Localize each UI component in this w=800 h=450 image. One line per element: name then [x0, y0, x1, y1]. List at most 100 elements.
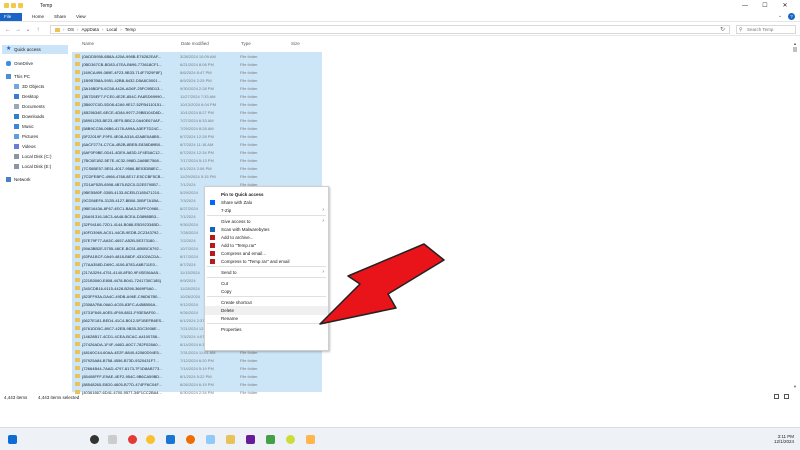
tab-share[interactable]: Share	[50, 13, 70, 21]
table-row[interactable]: {88548265-E8D0-4605-B77D-474FF6C04F... 8/…	[72, 380, 322, 388]
file-type: File folder	[240, 93, 258, 99]
sidebar-item-onedrive[interactable]: OneDrive	[6, 59, 33, 68]
menu-item-label: Share with Zalo	[221, 200, 253, 205]
scrollbar-thumb[interactable]	[793, 47, 797, 52]
maximize-button[interactable]: ☐	[758, 1, 772, 11]
menu-item-properties[interactable]: Properties	[205, 325, 328, 334]
details-view-icon[interactable]	[774, 394, 779, 399]
app-icon[interactable]	[286, 435, 295, 444]
sidebar-item-label: Downloads	[22, 114, 45, 119]
task-view-icon[interactable]	[108, 435, 117, 444]
tab-view[interactable]: View	[72, 13, 90, 21]
table-row[interactable]: {7CDFEBFC-4966-4768-8E17-E5CCBF5CB... 11/…	[72, 172, 322, 180]
system-clock[interactable]: 3:11 PM 12/1/2024	[774, 434, 794, 444]
scroll-up-icon[interactable]: ▲	[793, 41, 797, 46]
table-row[interactable]: {0ADD5958-6B8A-420A-998B-E76262EAF... 3/2…	[72, 52, 322, 60]
folder-icon[interactable]	[11, 3, 16, 8]
breadcrumb-os[interactable]: OS	[68, 27, 75, 32]
column-header-type[interactable]: Type	[241, 40, 251, 48]
table-row[interactable]: {58901253-BE23-4EF5-BBC2-0A40E674AF... 7/…	[72, 116, 322, 124]
breadcrumb-local[interactable]: Local	[107, 27, 118, 32]
table-row[interactable]: {4B25634E-6ECE-4D84-9977-29BB104D8D... 10…	[72, 108, 322, 116]
file-type: File folder	[240, 101, 258, 107]
search-icon[interactable]	[90, 435, 99, 444]
breadcrumb-temp[interactable]: Temp	[125, 27, 136, 32]
videos-icon	[14, 144, 19, 149]
folder-icon[interactable]	[18, 3, 23, 8]
sidebar-item-music[interactable]: Music	[14, 122, 34, 131]
folder-icon[interactable]	[4, 3, 9, 8]
sidebar-item-desktop[interactable]: Desktop	[14, 92, 39, 101]
menu-item-label: Give access to	[221, 219, 251, 224]
table-row[interactable]: {85408FFF-E9AE-4EF2-954C-9B6CA59BD... 8/1…	[72, 372, 322, 380]
folder-icon	[55, 27, 60, 32]
refresh-icon[interactable]: ↻	[720, 26, 725, 33]
minimize-button[interactable]: —	[738, 1, 752, 11]
recent-locations-icon[interactable]: ⌄	[24, 26, 32, 34]
file-name: {169CA499-089E-4F23-9B33-714F7029F8F}	[82, 69, 162, 75]
sidebar-item-3d-objects[interactable]: 3D Objects	[14, 82, 44, 91]
table-row[interactable]: {169CA499-089E-4F23-9B33-714F7029F8F} 8/6…	[72, 68, 322, 76]
firefox-icon[interactable]	[186, 435, 195, 444]
back-button[interactable]: ←	[4, 26, 12, 34]
app-icon[interactable]	[206, 435, 215, 444]
breadcrumb-appdata[interactable]: AppData	[82, 27, 100, 32]
table-row[interactable]: {6ACF2774-C7CA-4B2B-8BEB-E838D89B0... 8/7…	[72, 140, 322, 148]
up-button[interactable]: ↑	[34, 26, 42, 34]
excel-icon[interactable]	[266, 435, 275, 444]
column-header-date[interactable]: Date modified	[181, 40, 209, 48]
opera-icon[interactable]	[128, 435, 137, 444]
table-row[interactable]: {1B9B7B8A-5951-42BB-8432-D5A8C0001... 8/9…	[72, 76, 322, 84]
sidebar-item-this-pc[interactable]: This PC	[6, 72, 30, 81]
sidebar-item-downloads[interactable]: Downloads	[14, 112, 44, 121]
chrome-icon[interactable]	[146, 435, 155, 444]
menu-item-label: Add to archive...	[221, 235, 254, 240]
menu-item-compress-to-temp-rar-and-email[interactable]: Compress to "Temp.rar" and email	[205, 257, 328, 266]
scroll-down-icon[interactable]: ▼	[793, 384, 797, 389]
table-row[interactable]: {0BD367CB-BD83-47EA-B696-773618CF1... 6/2…	[72, 60, 322, 68]
address-bar[interactable]: › OS › AppData › Local › Temp	[50, 25, 730, 34]
drive-icon	[14, 164, 19, 169]
window-title: Temp	[40, 3, 53, 9]
search-input[interactable]: ⚲ Search Temp	[736, 25, 796, 34]
tab-home[interactable]: Home	[28, 13, 48, 21]
large-icons-view-icon[interactable]	[784, 394, 789, 399]
chevron-down-icon[interactable]: ⌄	[778, 13, 782, 19]
sidebar-item-pictures[interactable]: Pictures	[14, 132, 38, 141]
app-icon[interactable]	[166, 435, 175, 444]
file-explorer-icon[interactable]	[226, 435, 235, 444]
table-row[interactable]: {3B607C0D-5D08-42A9-9E17-52FB4110151... 1…	[72, 100, 322, 108]
table-row[interactable]: {6AF0F9BE-0D41-4DE9-A83D-1F4E5AC12... 6/7…	[72, 148, 322, 156]
column-header-name[interactable]: Name	[82, 40, 94, 48]
table-row[interactable]: {72664B44-7AAD-4797-8173-7F1D8AB773... 7/…	[72, 364, 322, 372]
sidebar-item-documents[interactable]: Documents	[14, 102, 45, 111]
column-header-size[interactable]: Size	[291, 40, 300, 48]
menu-item-send-to[interactable]: Send to ›	[205, 268, 328, 277]
tab-file[interactable]: File	[0, 13, 22, 21]
scrollbar[interactable]: ▲ ▼	[792, 41, 798, 391]
sidebar-item-network[interactable]: Network	[6, 175, 31, 184]
forward-button[interactable]: →	[14, 26, 22, 34]
app-icon[interactable]	[246, 435, 255, 444]
help-icon[interactable]: ?	[788, 13, 795, 20]
folder-icon	[75, 222, 80, 226]
chevron-right-icon: ›	[322, 207, 324, 213]
menu-item-7-zip[interactable]: 7-Zip ›	[205, 206, 328, 215]
sidebar-item-quick-access[interactable]: ★ Quick access	[2, 45, 68, 54]
chevron-right-icon: ›	[63, 27, 65, 32]
start-icon[interactable]	[8, 435, 17, 444]
table-row[interactable]: {58B9CC56-06B6-4178-A99A-A3EF7D24C... 7/2…	[72, 124, 322, 132]
sidebar-item-videos[interactable]: Videos	[14, 142, 36, 151]
sidebar-item-local-disk-e[interactable]: Local Disk (E:)	[14, 162, 51, 171]
table-row[interactable]: {7BC6E1B2-5E7E-4C32-998D-2A6BE7568... 7/1…	[72, 156, 322, 164]
app-icon[interactable]	[306, 435, 315, 444]
sidebar-item-local-disk-c[interactable]: Local Disk (C:)	[14, 152, 52, 161]
table-row[interactable]: {3B7D5EF7-FCE0-4E2E-854C-FA8SD69990... 11…	[72, 92, 322, 100]
menu-item-copy[interactable]: Copy	[205, 287, 328, 296]
close-button[interactable]: ✕	[778, 1, 792, 11]
table-row[interactable]: {7CS6BE57-5E51-4017-9566-BE03DB8EC... 6/1…	[72, 164, 322, 172]
table-row[interactable]: {3A16BDF6-6C58-442A-AD6F-25FC9BD13... 9/3…	[72, 84, 322, 92]
table-row[interactable]: {5F22019F-F9F0-4E08-A318-42A8E0A8B5... 6/…	[72, 132, 322, 140]
menu-item-rename[interactable]: Rename	[205, 314, 328, 323]
table-row[interactable]: {57925A84-B758-4556-B73D-9320431F7... 7/1…	[72, 356, 322, 364]
